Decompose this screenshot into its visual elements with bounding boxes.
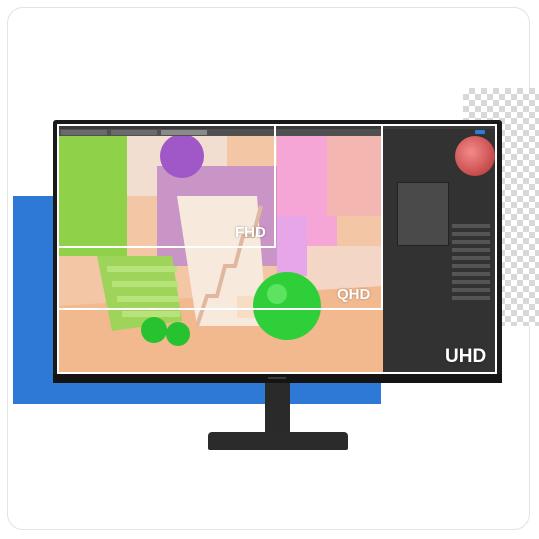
uhd-label: UHD xyxy=(445,346,487,367)
monitor-stand-base xyxy=(208,432,348,450)
brand-logo xyxy=(268,377,286,379)
monitor-stand-neck xyxy=(265,383,290,433)
monitor-screen: FHD QHD UHD xyxy=(57,124,497,374)
qhd-label: QHD xyxy=(337,286,371,303)
fhd-label: FHD xyxy=(235,224,266,241)
